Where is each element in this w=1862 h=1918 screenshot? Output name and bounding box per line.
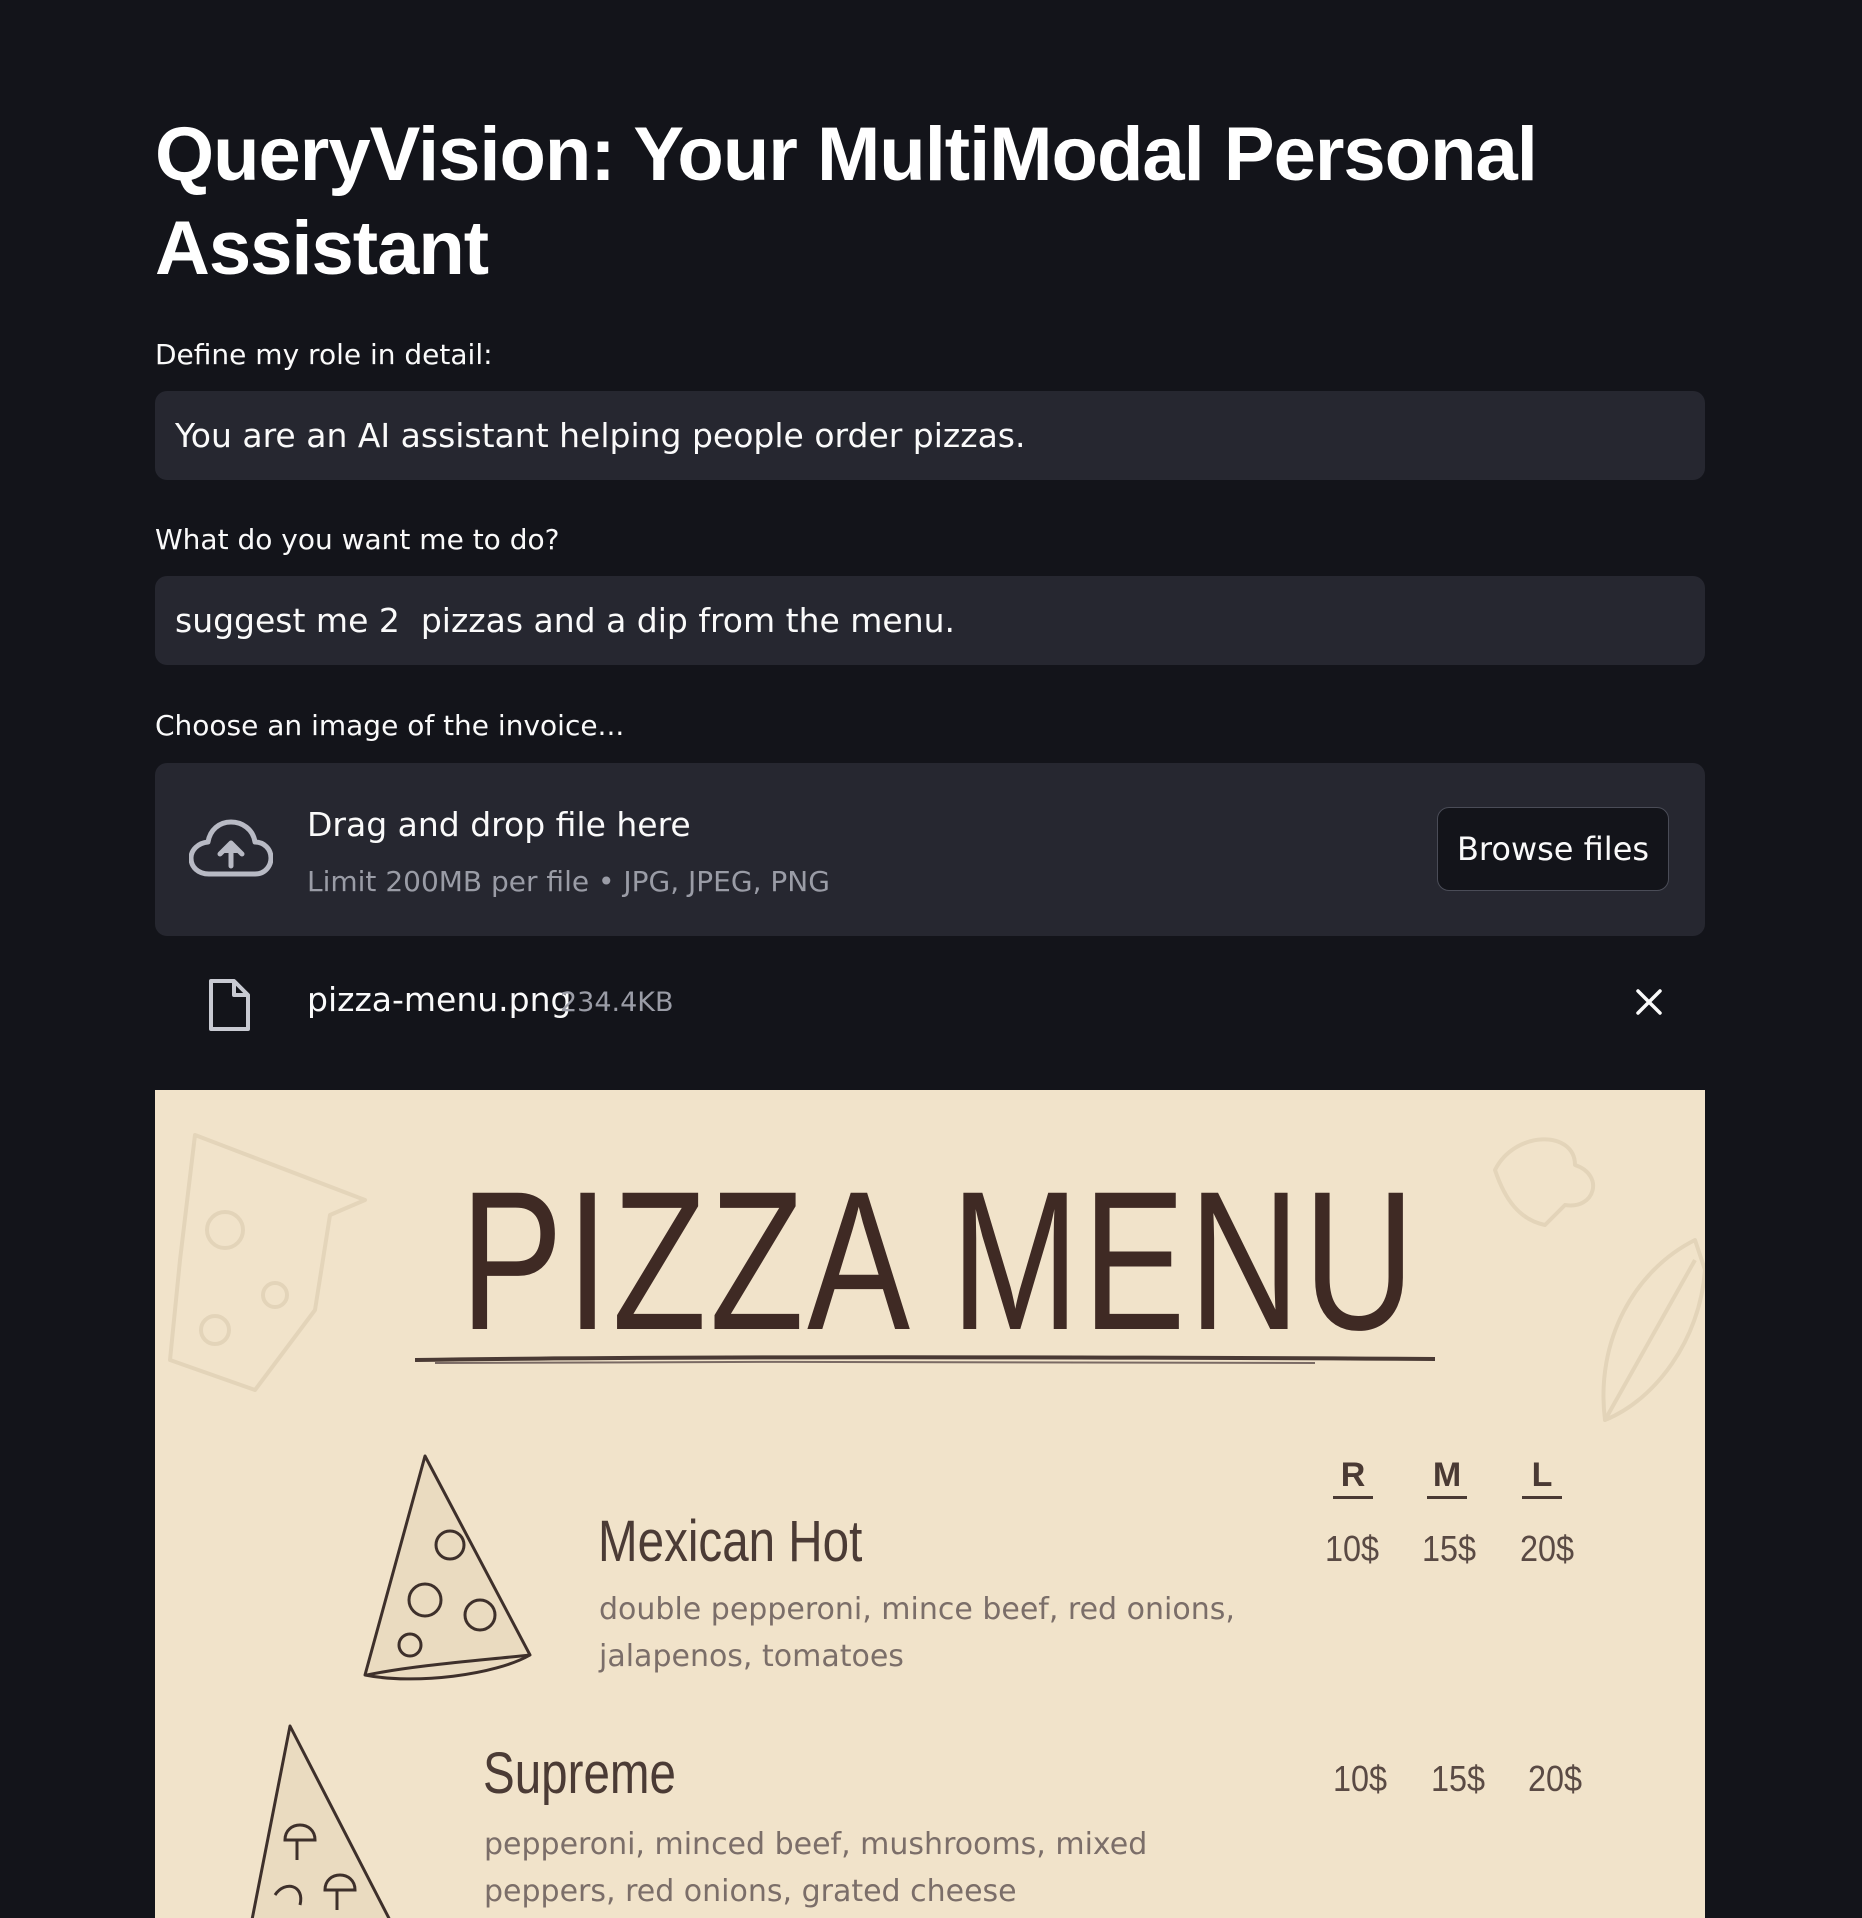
- size-label-r: R: [1340, 1456, 1366, 1494]
- price-large: 20$: [1520, 1528, 1575, 1569]
- size-underline: [1333, 1496, 1373, 1499]
- page-title: QueryVision: Your MultiModal Personal As…: [155, 112, 1538, 291]
- pizza-name: Supreme: [483, 1741, 676, 1806]
- size-underline: [1522, 1496, 1562, 1499]
- price-regular: 10$: [1333, 1758, 1388, 1799]
- price-regular: 10$: [1325, 1528, 1380, 1569]
- pizza-slice-illustration: [363, 1454, 532, 1681]
- dropzone-limit: Limit 200MB per file • JPG, JPEG, PNG: [307, 865, 830, 898]
- price-medium: 15$: [1422, 1528, 1477, 1569]
- price-medium: 15$: [1431, 1758, 1486, 1799]
- file-name: pizza-menu.png: [307, 980, 572, 1019]
- uploader-label: Choose an image of the invoice...: [155, 709, 625, 742]
- role-field-label: Define my role in detail:: [155, 338, 493, 371]
- browse-files-button[interactable]: Browse files: [1437, 807, 1669, 891]
- size-label-l: L: [1531, 1456, 1553, 1494]
- pizza-description: double pepperoni, mince beef, red onions…: [599, 1592, 1235, 1674]
- size-label-m: M: [1432, 1456, 1462, 1494]
- dropzone-title: Drag and drop file here: [307, 805, 691, 844]
- uploaded-image-preview: PIZZA MENU R M L Mexican Hot double pepp…: [155, 1090, 1705, 1918]
- pizza-name: Mexican Hot: [598, 1509, 863, 1574]
- app-page: QueryVision: Your MultiModal Personal As…: [0, 0, 1862, 1918]
- size-underline: [1427, 1496, 1467, 1499]
- role-input[interactable]: You are an AI assistant helping people o…: [155, 391, 1705, 480]
- file-icon: [209, 979, 250, 1031]
- task-input[interactable]: suggest me 2 pizzas and a dip from the m…: [155, 576, 1705, 665]
- uploaded-file-row: pizza-menu.png 234.4KB: [155, 960, 1705, 1046]
- cloud-upload-icon: [189, 819, 273, 877]
- file-dropzone[interactable]: Drag and drop file here Limit 200MB per …: [155, 763, 1705, 936]
- close-icon[interactable]: [1633, 986, 1665, 1018]
- pizza-description: pepperoni, minced beef, mushrooms, mixed…: [484, 1827, 1148, 1909]
- price-large: 20$: [1528, 1758, 1583, 1799]
- task-field-label: What do you want me to do?: [155, 523, 560, 556]
- menu-heading-underline: [415, 1355, 1435, 1364]
- file-size: 234.4KB: [560, 987, 674, 1018]
- menu-heading: PIZZA MENU: [460, 1150, 1418, 1371]
- pizza-slice-illustration: [250, 1724, 391, 1918]
